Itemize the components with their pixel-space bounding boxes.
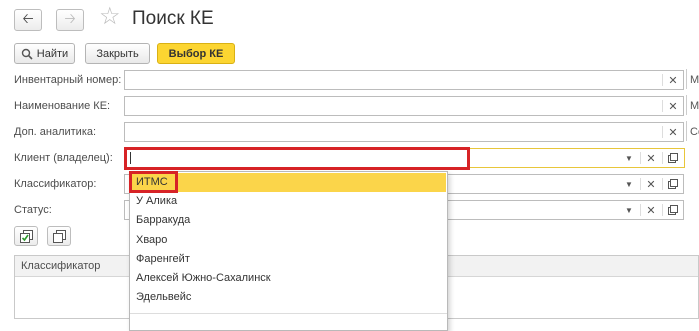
chevron-down-icon[interactable]: ▼	[621, 176, 637, 192]
classifier-label: Классификатор:	[14, 178, 97, 190]
arrow-left-icon: 🡠	[22, 10, 34, 26]
close-label: Закрыть	[96, 47, 139, 60]
field-separator	[640, 204, 641, 216]
list-item[interactable]: Алексей Южно-Сахалинск	[136, 272, 271, 284]
inventory-input[interactable]: ✕	[124, 70, 684, 90]
column-header-classifier[interactable]: Классификатор	[21, 260, 100, 272]
selected-item-highlight	[131, 173, 446, 192]
chevron-down-icon[interactable]: ▼	[621, 150, 637, 166]
find-button[interactable]: Найти	[14, 43, 75, 64]
divider	[686, 95, 687, 115]
list-item[interactable]: Эдельвейс	[136, 291, 191, 303]
check-all-button[interactable]	[14, 226, 38, 246]
clear-icon[interactable]: ✕	[665, 72, 681, 88]
field-separator	[640, 178, 641, 190]
divider	[686, 69, 687, 89]
list-item[interactable]: У Алика	[136, 195, 177, 207]
list-divider	[130, 313, 447, 314]
arrow-right-icon: 🡢	[64, 10, 76, 26]
status-label: Статус:	[14, 204, 52, 216]
back-button[interactable]: 🡠	[14, 9, 42, 31]
open-icon[interactable]	[665, 176, 681, 192]
field-separator	[662, 204, 663, 216]
select-ke-button[interactable]: Выбор КЕ	[157, 43, 235, 64]
open-icon[interactable]	[665, 202, 681, 218]
analytics-label: Доп. аналитика:	[14, 126, 97, 138]
select-ke-label: Выбор КЕ	[168, 47, 224, 60]
inventory-trail: М	[690, 74, 699, 86]
analytics-trail: Со	[690, 126, 699, 138]
clear-icon[interactable]: ✕	[665, 98, 681, 114]
list-item[interactable]: Хварo	[136, 234, 167, 246]
clear-icon[interactable]: ✕	[643, 176, 659, 192]
clear-icon[interactable]: ✕	[643, 202, 659, 218]
field-separator	[662, 74, 663, 86]
name-trail: М	[690, 100, 699, 112]
check-all-icon	[19, 229, 33, 243]
divider	[686, 121, 687, 141]
highlight-frame-client	[124, 147, 470, 170]
chevron-down-icon[interactable]: ▼	[621, 202, 637, 218]
uncheck-all-button[interactable]	[47, 226, 71, 246]
field-separator	[640, 152, 641, 164]
field-separator	[662, 100, 663, 112]
field-separator	[662, 152, 663, 164]
analytics-input[interactable]: ✕	[124, 122, 684, 142]
uncheck-all-icon	[52, 229, 66, 243]
field-separator	[662, 178, 663, 190]
star-icon[interactable]: ☆	[99, 5, 121, 29]
name-label: Наименование КЕ:	[14, 100, 111, 112]
close-button[interactable]: Закрыть	[85, 43, 150, 64]
name-input[interactable]: ✕	[124, 96, 684, 116]
inventory-label: Инвентарный номер:	[14, 74, 122, 86]
list-item[interactable]: Фаренгейт	[136, 253, 190, 265]
open-icon[interactable]	[665, 150, 681, 166]
clear-icon[interactable]: ✕	[665, 124, 681, 140]
forward-button[interactable]: 🡢	[56, 9, 84, 31]
search-icon	[21, 48, 33, 60]
find-label: Найти	[36, 47, 69, 60]
page-title: Поиск КЕ	[132, 8, 214, 29]
clear-icon[interactable]: ✕	[643, 150, 659, 166]
field-separator	[662, 126, 663, 138]
client-label: Клиент (владелец):	[14, 152, 113, 164]
list-item[interactable]: Барракуда	[136, 214, 190, 226]
highlight-frame-item	[129, 171, 178, 193]
client-dropdown-list[interactable]: ИТМС У Алика Барракуда Хварo Фаренгейт А…	[129, 171, 448, 331]
